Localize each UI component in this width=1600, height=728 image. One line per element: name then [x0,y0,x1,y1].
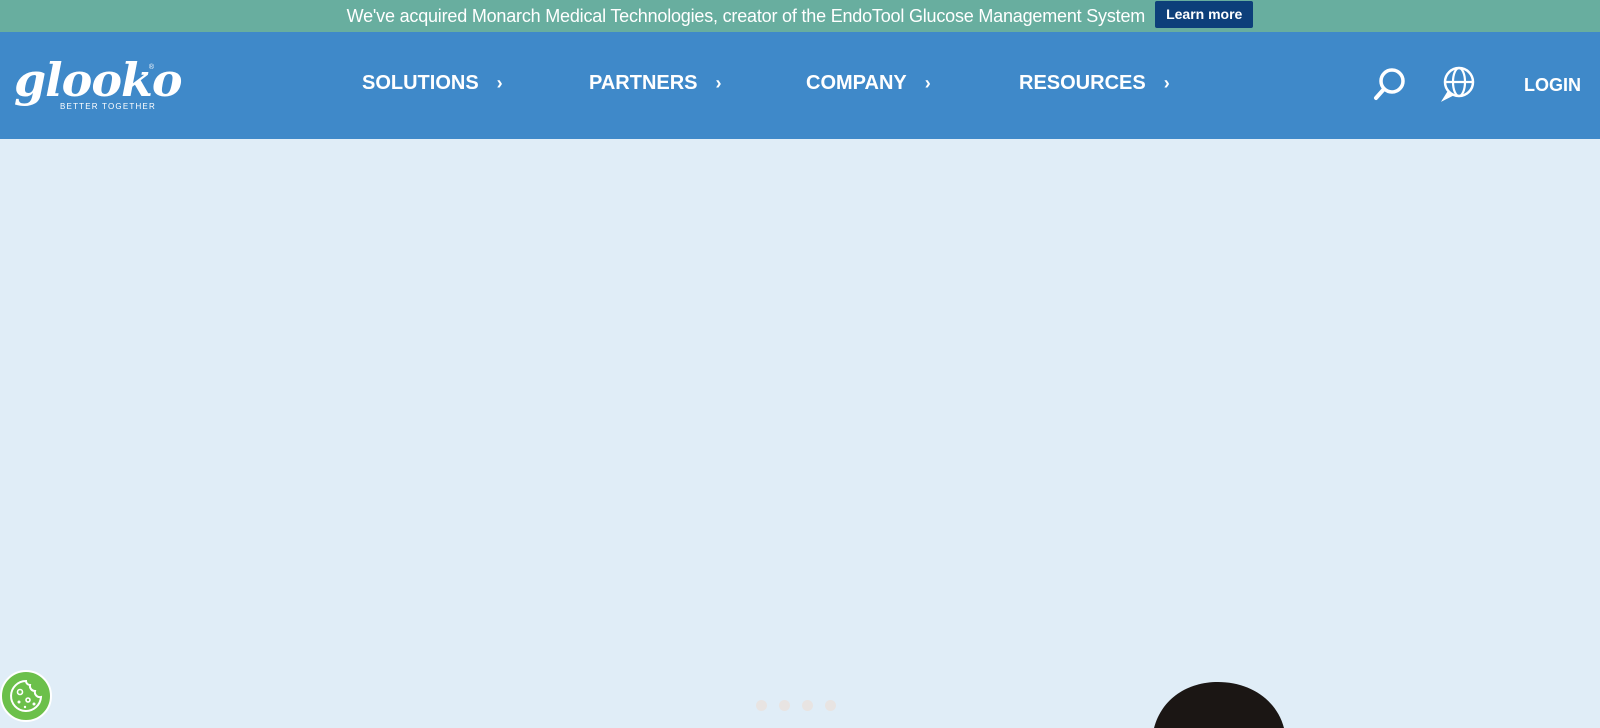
nav-item-solutions[interactable]: SOLUTIONS › [362,68,503,98]
carousel-dot[interactable] [756,700,767,711]
hero-section [0,139,1600,728]
nav-label: PARTNERS [589,71,698,94]
logo-tagline: BETTER TOGETHER [60,102,156,111]
chevron-right-icon: › [1163,72,1170,93]
nav-item-partners[interactable]: PARTNERS › [589,68,722,98]
logo-wordmark: glooko [14,53,183,107]
chevron-right-icon: › [715,72,722,93]
carousel-dot[interactable] [825,700,836,711]
glooko-logo[interactable]: glooko ® BETTER TOGETHER [14,53,183,114]
announcement-text: We've acquired Monarch Medical Technolog… [346,5,1146,26]
hero-person-image [1148,680,1288,728]
nav-label: RESOURCES [1019,71,1146,94]
cookie-icon [10,679,43,712]
main-navbar: glooko ® BETTER TOGETHER SOLUTIONS › PAR… [0,32,1600,139]
carousel-indicators [756,700,836,711]
nav-label: SOLUTIONS [362,71,479,94]
nav-item-resources[interactable]: RESOURCES › [1019,68,1170,98]
logo-registered-mark: ® [148,64,154,71]
carousel-dot[interactable] [779,700,790,711]
login-link[interactable]: LOGIN [1524,75,1581,96]
nav-label: COMPANY [806,71,907,94]
cookie-settings-button[interactable] [0,670,52,722]
search-button[interactable] [1372,66,1408,102]
carousel-dot[interactable] [802,700,813,711]
language-button[interactable] [1440,66,1476,102]
chevron-right-icon: › [924,72,931,93]
chevron-right-icon: › [496,72,503,93]
search-icon [1374,68,1405,100]
globe-icon [1440,66,1475,102]
learn-more-button[interactable]: Learn more [1155,0,1254,28]
nav-item-company[interactable]: COMPANY › [806,68,931,98]
announcement-bar: We've acquired Monarch Medical Technolog… [0,0,1600,32]
